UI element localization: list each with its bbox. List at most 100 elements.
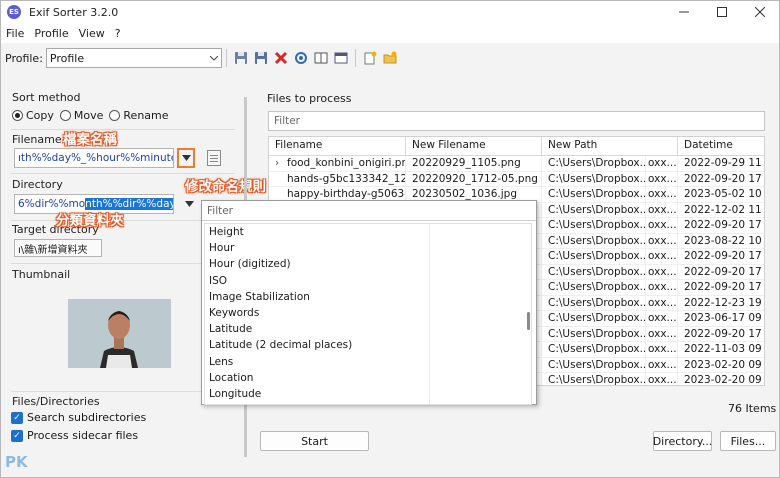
column-new-filename[interactable]: New Filename [406,137,542,155]
popup-column-divider [429,224,430,404]
cell-datetime: 2023-02-20 09 [684,374,762,386]
popup-list-item[interactable]: Height [205,224,531,240]
cell-datetime: 2022-09-29 11 [684,157,762,169]
expand-arrow-icon[interactable]: › [275,156,279,171]
thumbnail-title: Thumbnail [12,268,71,281]
cell-new-path: C:\Users\Dropbox... [542,264,646,279]
log-button[interactable] [333,50,349,66]
start-button[interactable]: Start [260,431,369,451]
open-file-button[interactable] [362,50,378,66]
popup-list-item[interactable]: Hour [205,240,531,256]
save-as-profile-button[interactable] [253,50,269,66]
cell-new-path-tail: oxx... [648,202,678,217]
cell-datetime: 2022-12-02 11 [684,203,762,216]
floppy-disk-icon [234,52,247,64]
close-button[interactable] [741,1,779,23]
popup-list-item[interactable]: Location [205,370,531,386]
filename-title: Filename [12,133,62,146]
cell-datetime: 2022-12-23 19 [684,296,762,309]
popup-list: Height Hour Hour (digitized) ISO Image Stabi… [204,223,532,405]
files-filter-input[interactable]: Filter [268,111,765,131]
thumbnail-image [68,299,171,368]
thumbnail-portrait [68,299,171,368]
divider [11,173,235,174]
menu-view[interactable]: View [74,27,110,40]
cell-new-path: C:\Users\Dropbox... [542,280,646,295]
search-subdirectories-checkbox[interactable]: ✓ Search subdirectories [11,411,146,424]
cell-new-path: C:\Users\Dropbox... [542,311,646,326]
target-directory-button[interactable]: ı\雜\新增資料夾 [14,239,102,257]
profile-select[interactable]: Profile [45,48,222,68]
cell-new-filename: 20220929_1105.png [406,156,542,171]
chevron-down-icon [209,55,218,61]
popup-list-item[interactable]: Keywords [205,305,531,321]
cell-new-path-tail: oxx... [648,233,678,248]
menu-profile[interactable]: Profile [29,27,73,40]
directory-button[interactable]: Directory... [653,431,712,451]
minimize-button[interactable] [665,1,703,23]
table-row[interactable]: hands-g5bc133342_128020220920_1712-05.pn… [269,171,764,187]
column-filename[interactable]: Filename [269,137,406,155]
menu-help[interactable]: ? [110,27,126,40]
manual-button[interactable] [313,50,329,66]
cell-datetime: 2022-09-20 17 [684,172,762,185]
popup-list-item[interactable]: ISO [205,273,531,289]
process-sidecar-files-checkbox[interactable]: ✓ Process sidecar files [11,429,138,442]
cell-datetime: 2022-09-20 17 [684,327,762,340]
app-window: ES Exif Sorter 3.2.0 File Profile View ?… [0,0,780,478]
cell-new-path: C:\Users\Dropbox... [542,357,646,372]
radio-dot [109,110,121,121]
cell-datetime: 2022-09-20 17 [684,250,762,262]
delete-profile-button[interactable] [273,50,289,66]
cell-datetime: 2022-09-20 17 [684,265,762,278]
popup-list-item[interactable]: Latitude [205,321,531,337]
popup-filter-input[interactable]: Filter [202,201,536,221]
cell-new-path-tail: oxx... [648,295,678,310]
maximize-button[interactable] [703,1,741,23]
popup-list-item[interactable]: Image Stabilization [205,289,531,305]
annotation-classify-folder: 分類資料夾 [56,213,124,229]
files-directories-title: Files/Directories [12,395,100,408]
window-controls [665,1,779,23]
close-icon [755,7,765,17]
popup-list-item[interactable]: Latitude (2 decimal places) [205,337,531,353]
cell-new-path-tail: oxx... [648,156,678,171]
document-icon[interactable] [207,150,221,166]
popup-scrollbar-thumb[interactable] [527,312,530,330]
radio-move[interactable]: Move [59,109,104,122]
radio-dot [12,110,23,121]
annotation-filename-name: 檔案名稱 [63,132,117,148]
sort-method-title: Sort method [12,91,81,104]
column-datetime[interactable]: Datetime [678,137,764,155]
files-button[interactable]: Files... [720,431,776,451]
table-header: Filename New Filename New Path Datetime [269,137,764,156]
filename-pattern-dropdown-button[interactable] [177,148,195,168]
radio-rename[interactable]: Rename [109,109,169,122]
minimize-icon [679,11,689,13]
watermark-logo: PK [5,453,28,471]
cell-filename: hands-g5bc133342_1280 [269,171,406,186]
reset-button[interactable] [293,50,309,66]
save-profile-button[interactable] [233,50,249,66]
open-folder-button[interactable] [382,50,398,66]
directory-pattern-dropdown-button[interactable] [180,194,198,214]
table-row[interactable]: › food_konbini_onigiri.png 20220929_1105.p… [269,156,764,172]
cell-new-filename: 20220920_1712-05.png [406,171,542,186]
menu-file[interactable]: File [1,27,29,40]
cell-filename: › food_konbini_onigiri.png [269,156,406,171]
popup-list-item[interactable]: Longitude [205,386,531,402]
column-new-path[interactable]: New Path [542,137,678,155]
popup-list-item[interactable]: Hour (digitized) [205,256,531,272]
radio-copy[interactable]: Copy [12,109,54,122]
directory-title: Directory [12,178,63,191]
radio-move-label: Move [73,109,104,122]
cell-new-path: C:\Users\Dropbox... [542,233,646,248]
cell-new-path: C:\Users\Dropbox... [542,249,646,264]
cell-new-path: C:\Users\Dropbox... [542,202,646,217]
cell-new-path: C:\Users\Dropbox... [542,326,646,341]
window-title: Exif Sorter 3.2.0 [29,5,119,19]
radio-dot [59,110,71,121]
app-logo-icon: ES [7,5,21,19]
popup-list-item[interactable]: Lens [205,354,531,370]
filename-pattern-input[interactable]: ıth%%day%_%hour%%minute% [14,148,174,168]
